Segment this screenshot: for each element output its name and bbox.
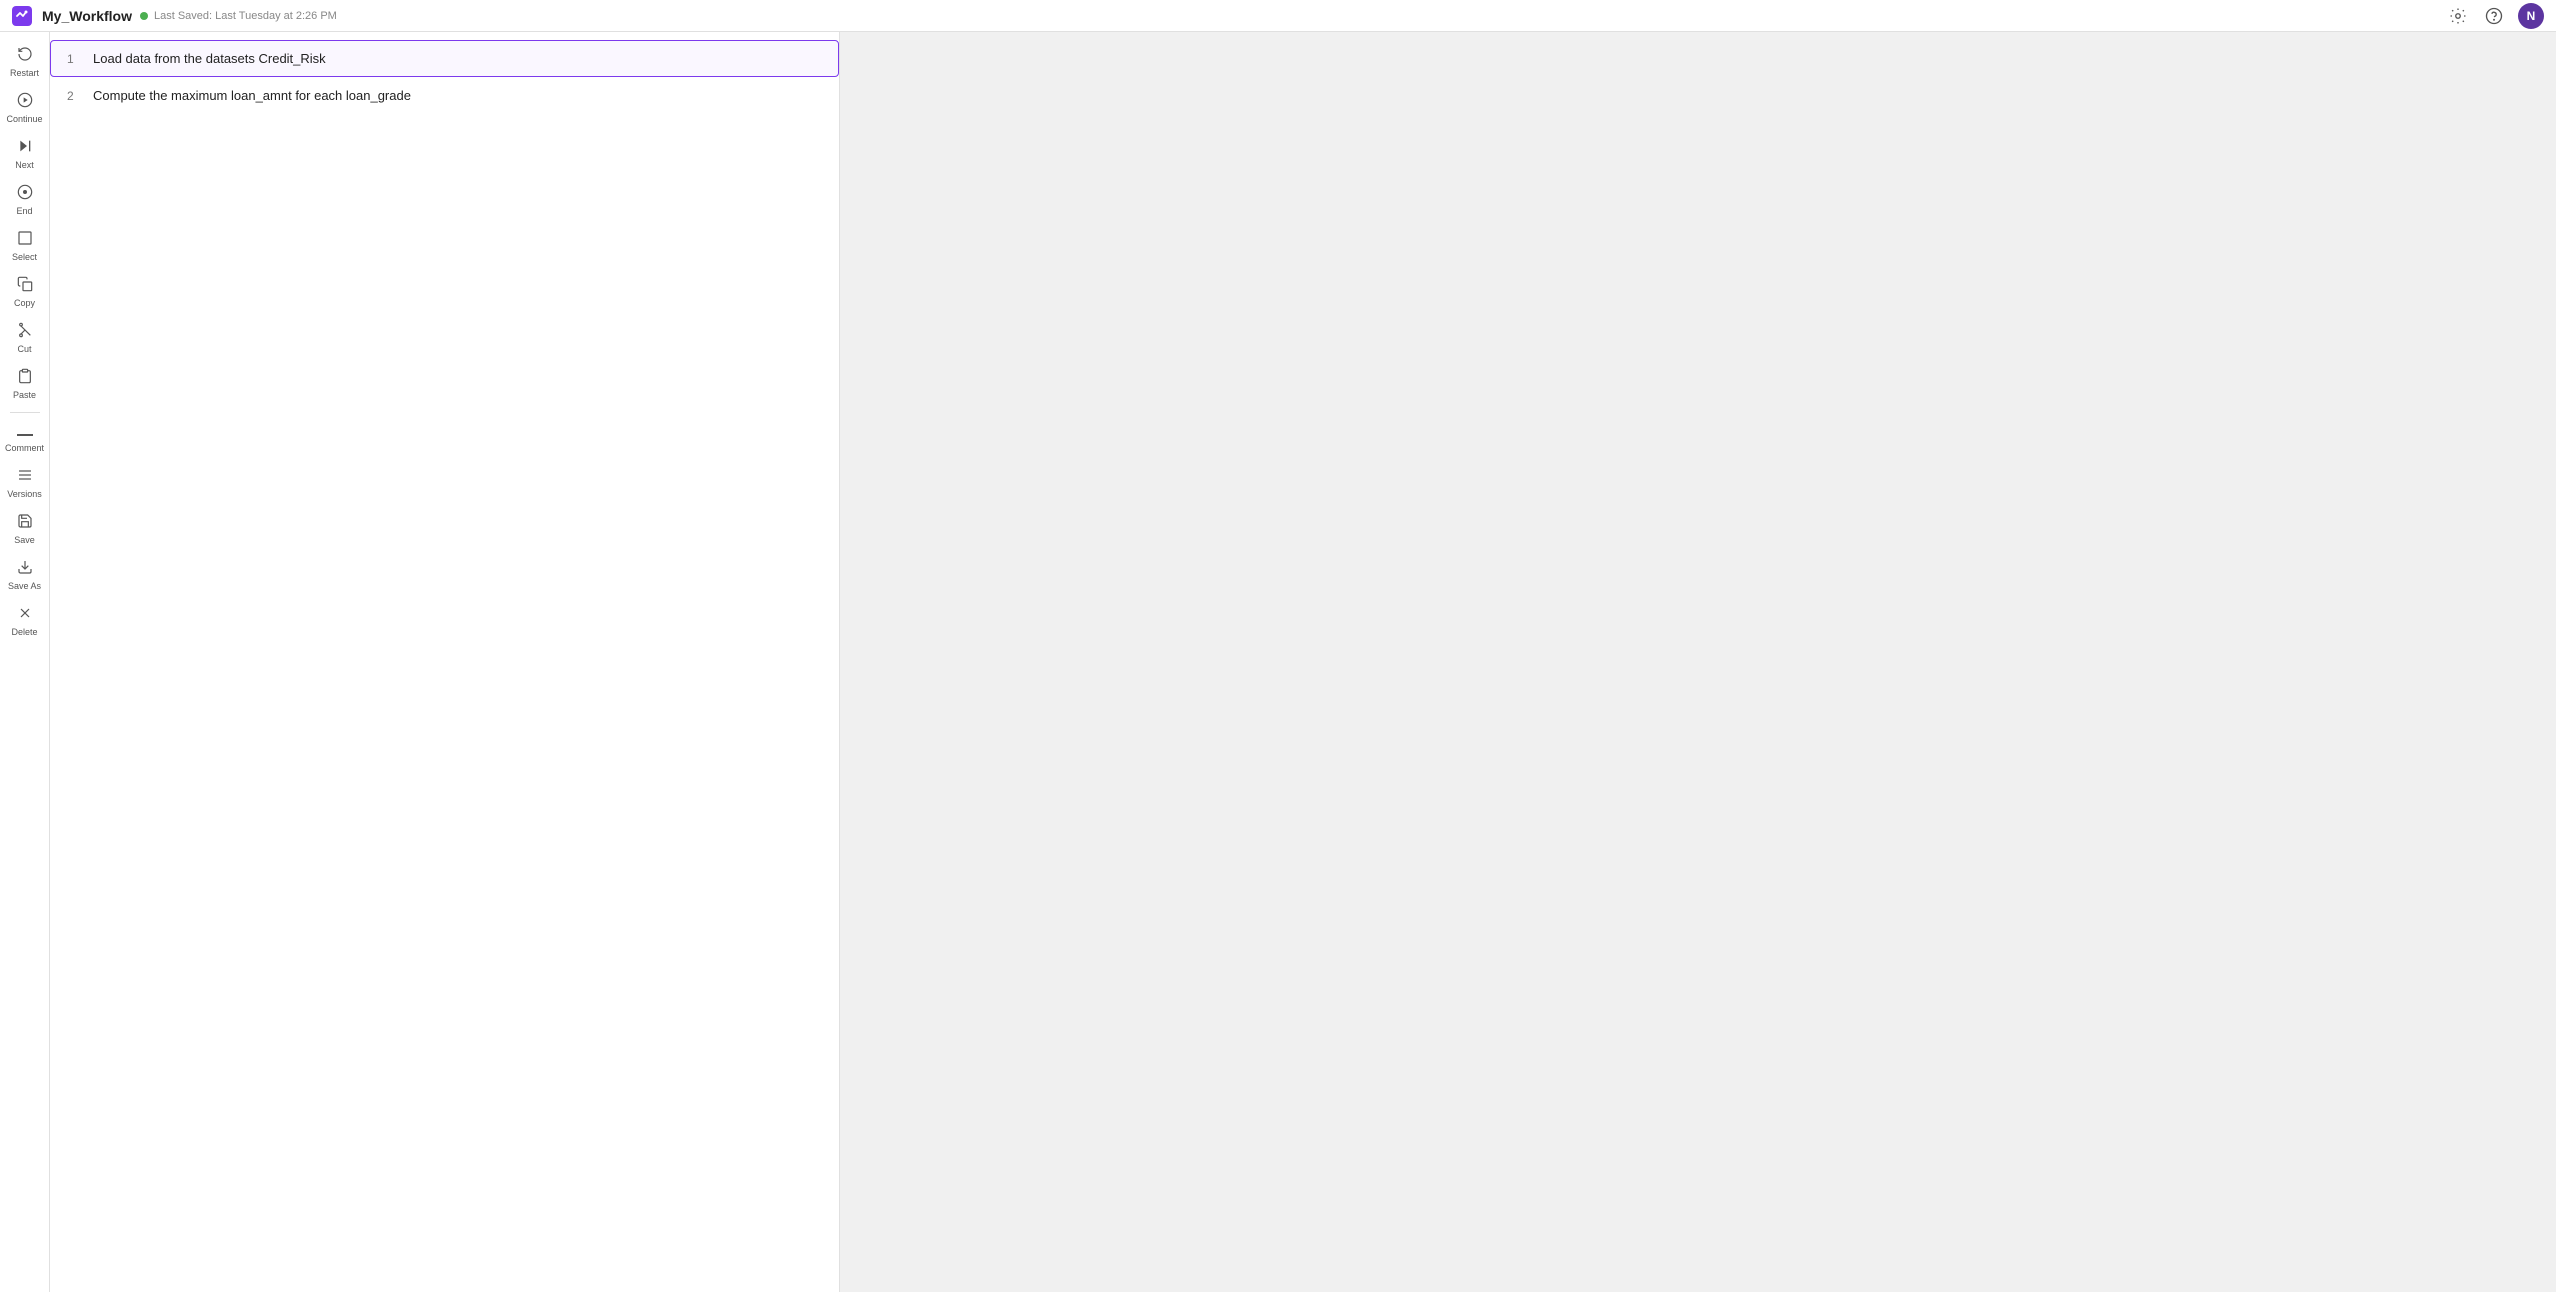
sidebar-item-comment[interactable]: Comment xyxy=(2,419,48,459)
sidebar-item-paste[interactable]: Paste xyxy=(2,362,48,406)
sidebar-item-select[interactable]: Select xyxy=(2,224,48,268)
step-1-number: 1 xyxy=(67,52,83,66)
sidebar-item-delete[interactable]: Delete xyxy=(2,599,48,643)
paste-icon xyxy=(17,368,33,388)
right-panel xyxy=(840,32,2556,1292)
next-label: Next xyxy=(15,160,34,170)
delete-icon xyxy=(17,605,33,625)
sidebar-item-continue[interactable]: Continue xyxy=(2,86,48,130)
sidebar-item-copy[interactable]: Copy xyxy=(2,270,48,314)
step-row-2[interactable]: 2 Compute the maximum loan_amnt for each… xyxy=(50,77,839,114)
app-layout: Restart Continue Next xyxy=(0,0,2556,1292)
sidebar-item-save-as[interactable]: Save As xyxy=(2,553,48,597)
saved-indicator-dot xyxy=(140,12,148,20)
help-button[interactable] xyxy=(2482,4,2506,28)
save-as-icon xyxy=(17,559,33,579)
versions-label: Versions xyxy=(7,489,42,499)
sidebar-item-restart[interactable]: Restart xyxy=(2,40,48,84)
save-as-label: Save As xyxy=(8,581,41,591)
step-2-text: Compute the maximum loan_amnt for each l… xyxy=(93,88,411,103)
sidebar-item-versions[interactable]: Versions xyxy=(2,461,48,505)
restart-label: Restart xyxy=(10,68,39,78)
continue-label: Continue xyxy=(6,114,42,124)
delete-label: Delete xyxy=(11,627,37,637)
step-row-1[interactable]: 1 Load data from the datasets Credit_Ris… xyxy=(50,40,839,77)
sidebar-item-next[interactable]: Next xyxy=(2,132,48,176)
save-label: Save xyxy=(14,535,35,545)
versions-icon xyxy=(17,467,33,487)
steps-panel: 1 Load data from the datasets Credit_Ris… xyxy=(50,32,840,1292)
paste-label: Paste xyxy=(13,390,36,400)
end-label: End xyxy=(16,206,32,216)
app-logo xyxy=(12,6,32,26)
saved-timestamp: Last Saved: Last Tuesday at 2:26 PM xyxy=(154,10,337,22)
cut-label: Cut xyxy=(17,344,31,354)
workflow-title: My_Workflow xyxy=(42,8,132,24)
save-icon xyxy=(17,513,33,533)
sidebar-item-cut[interactable]: Cut xyxy=(2,316,48,360)
restart-icon xyxy=(17,46,33,66)
continue-icon xyxy=(17,92,33,112)
next-icon xyxy=(17,138,33,158)
user-avatar[interactable]: N xyxy=(2518,3,2544,29)
step-1-text: Load data from the datasets Credit_Risk xyxy=(93,51,326,66)
sidebar-divider-1 xyxy=(10,412,40,413)
step-2-number: 2 xyxy=(67,89,83,103)
comment-icon xyxy=(17,425,33,441)
comment-label: Comment xyxy=(5,443,44,453)
sidebar-item-save[interactable]: Save xyxy=(2,507,48,551)
select-icon xyxy=(17,230,33,250)
left-sidebar: Restart Continue Next xyxy=(0,32,50,1292)
copy-label: Copy xyxy=(14,298,35,308)
topbar: My_Workflow Last Saved: Last Tuesday at … xyxy=(0,0,2556,32)
topbar-actions: N xyxy=(2446,3,2544,29)
main-area: 1 Load data from the datasets Credit_Ris… xyxy=(50,32,2556,1292)
cut-icon xyxy=(17,322,33,342)
select-label: Select xyxy=(12,252,37,262)
sidebar-item-end[interactable]: End xyxy=(2,178,48,222)
end-icon xyxy=(17,184,33,204)
settings-button[interactable] xyxy=(2446,4,2470,28)
copy-icon xyxy=(17,276,33,296)
